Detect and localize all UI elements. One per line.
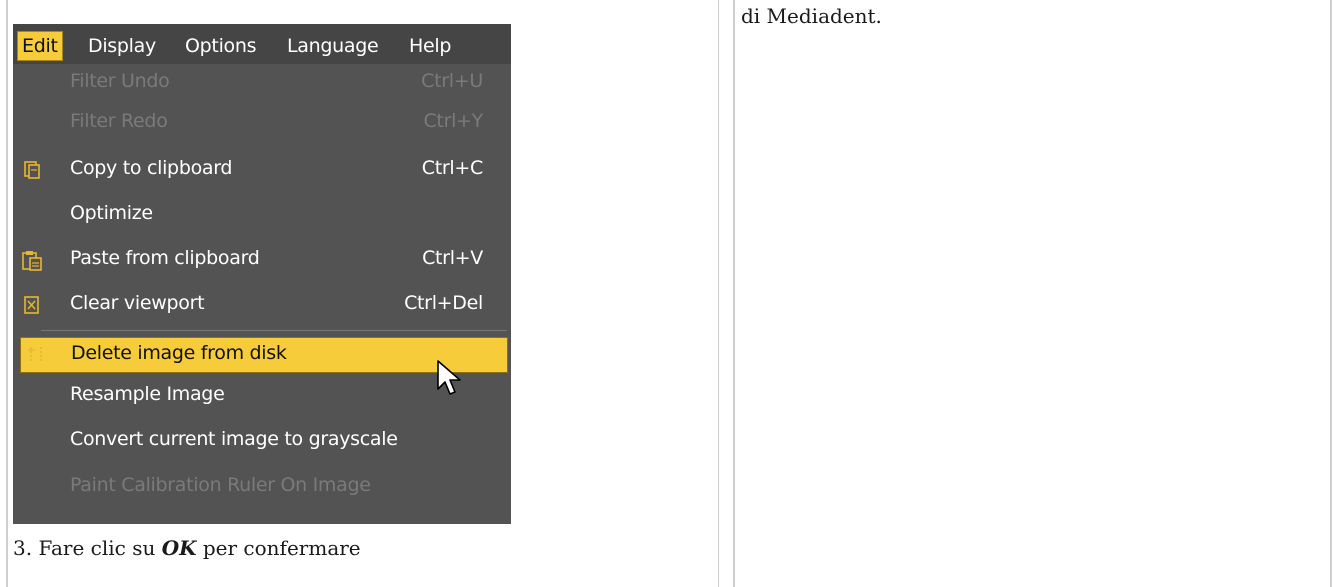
edit-menu-screenshot: Edit Display Options Language Help Filte… — [13, 24, 511, 524]
menu-item-label: Resample Image — [70, 383, 225, 405]
menu-item-label: Paint Calibration Ruler On Image — [70, 474, 371, 496]
menu-item-paint-calibration-ruler: Paint Calibration Ruler On Image — [13, 472, 511, 502]
menu-item-optimize[interactable]: Optimize — [13, 200, 511, 230]
delete-icon — [27, 344, 49, 366]
menu-item-label: Filter Redo — [70, 110, 168, 132]
menu-separator — [41, 330, 507, 331]
menu-item-shortcut: Ctrl+U — [421, 70, 483, 92]
menu-item-label: Optimize — [70, 202, 153, 224]
menu-display[interactable]: Display — [88, 32, 156, 60]
menu-language[interactable]: Language — [287, 32, 379, 60]
menu-item-paste-from-clipboard[interactable]: Paste from clipboard Ctrl+V — [13, 245, 511, 275]
menu-bar: Edit Display Options Language Help — [13, 24, 511, 64]
clear-icon — [21, 294, 43, 316]
caption-prefix: 3. Fare clic su — [13, 536, 162, 560]
table-border-middle — [718, 0, 719, 587]
menu-item-copy-to-clipboard[interactable]: Copy to clipboard Ctrl+C — [13, 155, 511, 185]
menu-item-filter-redo: Filter Redo Ctrl+Y — [13, 108, 511, 138]
menu-item-filter-undo: Filter Undo Ctrl+U — [13, 68, 511, 98]
menu-item-clear-viewport[interactable]: Clear viewport Ctrl+Del — [13, 290, 511, 320]
menu-edit[interactable]: Edit — [17, 31, 63, 61]
menu-item-label: Filter Undo — [70, 70, 170, 92]
paste-icon — [21, 249, 43, 271]
table-border-right — [1330, 0, 1332, 587]
table-border-middle-right — [733, 0, 735, 587]
menu-item-convert-to-grayscale[interactable]: Convert current image to grayscale — [13, 426, 511, 456]
menu-item-shortcut: Ctrl+Del — [404, 292, 483, 314]
menu-item-shortcut: Ctrl+Y — [423, 110, 483, 132]
step-caption: 3. Fare clic su OK per confermare — [13, 536, 361, 560]
menu-item-label: Copy to clipboard — [70, 157, 233, 179]
copy-icon — [21, 159, 43, 181]
caption-suffix: per confermare — [196, 536, 361, 560]
menu-help[interactable]: Help — [409, 32, 451, 60]
menu-item-label: Delete image from disk — [71, 342, 287, 364]
menu-options[interactable]: Options — [185, 32, 257, 60]
menu-item-label: Clear viewport — [70, 292, 205, 314]
menu-item-shortcut: Ctrl+V — [422, 247, 483, 269]
menu-item-label: Paste from clipboard — [70, 247, 260, 269]
right-column-text: di Mediadent. — [741, 4, 882, 28]
table-border-left — [6, 0, 8, 587]
caption-emphasis: OK — [161, 536, 197, 560]
menu-item-label: Convert current image to grayscale — [70, 428, 398, 450]
menu-item-shortcut: Ctrl+C — [421, 157, 484, 179]
mouse-cursor-icon — [435, 359, 465, 399]
